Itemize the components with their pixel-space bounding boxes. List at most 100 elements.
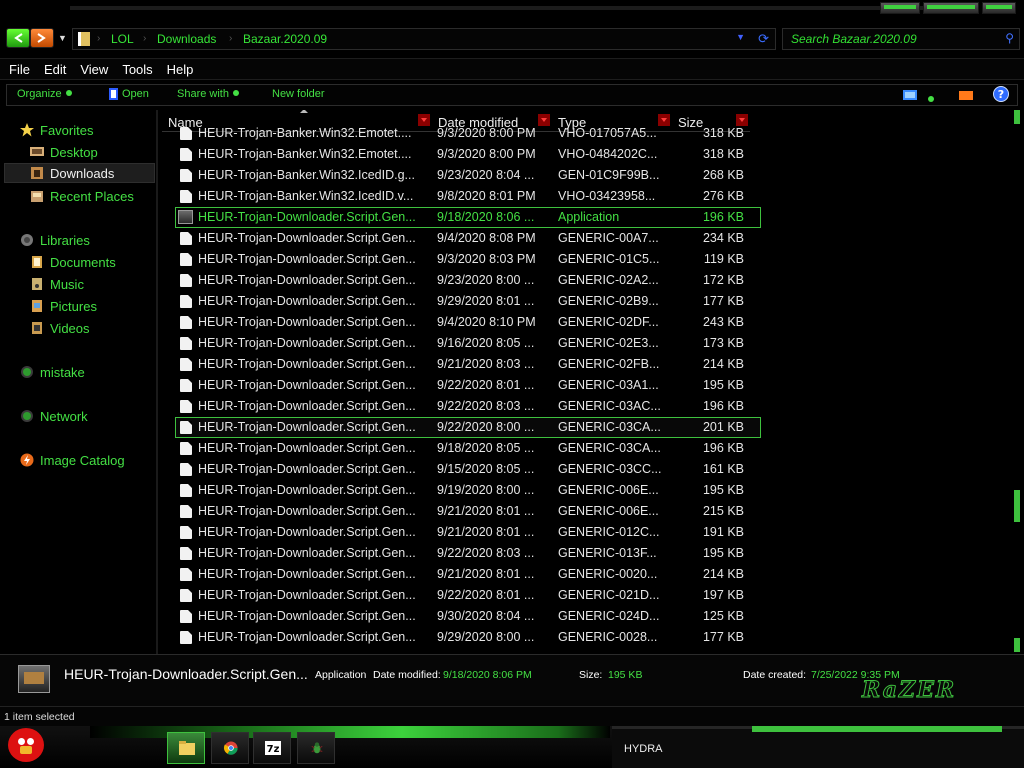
table-row[interactable]: HEUR-Trojan-Downloader.Script.Gen... 9/21… xyxy=(160,501,1010,522)
table-row-selected[interactable]: HEUR-Trojan-Downloader.Script.Gen... 9/18… xyxy=(175,207,761,228)
back-button[interactable] xyxy=(6,28,30,48)
sidebar-item-pictures[interactable]: Pictures xyxy=(30,296,97,316)
table-row[interactable]: HEUR-Trojan-Downloader.Script.Gen... 9/21… xyxy=(160,564,1010,585)
file-date: 9/29/2020 8:00 ... xyxy=(437,630,535,644)
breadcrumb-downloads[interactable]: Downloads xyxy=(157,32,216,46)
file-icon xyxy=(180,400,192,413)
menu-help[interactable]: Help xyxy=(158,62,194,77)
file-type: GENERIC-01C5... xyxy=(558,252,660,266)
table-row[interactable]: HEUR-Trojan-Downloader.Script.Gen... 9/29… xyxy=(160,291,1010,312)
breadcrumb-current-folder[interactable]: Bazaar.2020.09 xyxy=(243,32,327,46)
file-rows: HEUR-Trojan-Banker.Win32.Emotet.... 9/3/2… xyxy=(160,126,1010,648)
table-row[interactable]: HEUR-Trojan-Downloader.Script.Gen... 9/19… xyxy=(160,480,1010,501)
refresh-icon[interactable]: ⟳ xyxy=(758,31,769,47)
address-bar[interactable]: › LOL › Downloads › Bazaar.2020.09 ▼ ⟳ xyxy=(72,28,776,50)
table-row[interactable]: HEUR-Trojan-Downloader.Script.Gen... 9/23… xyxy=(160,270,1010,291)
menu-file[interactable]: File xyxy=(0,62,30,77)
sidebar-item-favorites[interactable]: Favorites xyxy=(20,120,93,140)
breadcrumb-lol[interactable]: LOL xyxy=(111,32,134,46)
scroll-down-button[interactable] xyxy=(1014,638,1020,652)
file-date: 9/3/2020 8:00 PM xyxy=(437,126,536,140)
table-row-hovered[interactable]: HEUR-Trojan-Downloader.Script.Gen... 9/22… xyxy=(175,417,761,438)
taskbar-button-chrome[interactable] xyxy=(211,732,249,764)
view-options-dot-icon[interactable] xyxy=(927,90,935,108)
file-icon xyxy=(180,631,192,644)
breadcrumb-separator-icon[interactable]: › xyxy=(143,33,146,44)
command-bar: Organize Open Share with New folder ? xyxy=(6,84,1018,106)
taskbar-button-explorer[interactable] xyxy=(167,732,205,764)
breadcrumb-separator-icon[interactable]: › xyxy=(229,33,232,44)
file-name: HEUR-Trojan-Downloader.Script.Gen... xyxy=(198,630,416,644)
sidebar-item-music[interactable]: Music xyxy=(30,274,84,294)
svg-text:7z: 7z xyxy=(267,744,280,755)
table-row[interactable]: HEUR-Trojan-Downloader.Script.Gen... 9/21… xyxy=(160,522,1010,543)
table-row[interactable]: HEUR-Trojan-Banker.Win32.Emotet.... 9/3/2… xyxy=(160,144,1010,165)
table-row[interactable]: HEUR-Trojan-Downloader.Script.Gen... 9/16… xyxy=(160,333,1010,354)
table-row[interactable]: HEUR-Trojan-Downloader.Script.Gen... 9/3/… xyxy=(160,249,1010,270)
menu-tools[interactable]: Tools xyxy=(113,62,152,77)
search-input[interactable] xyxy=(791,32,991,46)
minimize-button[interactable] xyxy=(880,2,920,14)
file-date: 9/18/2020 8:05 ... xyxy=(437,441,535,455)
videos-icon xyxy=(30,321,44,335)
new-folder-button[interactable]: New folder xyxy=(272,88,325,100)
pane-divider[interactable] xyxy=(156,110,158,654)
table-row[interactable]: HEUR-Trojan-Downloader.Script.Gen... 9/29… xyxy=(160,627,1010,648)
sidebar-item-libraries[interactable]: Libraries xyxy=(20,230,90,250)
address-dropdown-icon[interactable]: ▼ xyxy=(736,32,745,42)
hydra-window-tab[interactable]: HYDRA xyxy=(612,726,1024,768)
sidebar-item-recent-places[interactable]: Recent Places xyxy=(30,186,134,206)
taskbar-button-bug-app[interactable] xyxy=(297,732,335,764)
sidebar-item-videos[interactable]: Videos xyxy=(30,318,90,338)
scroll-up-button[interactable] xyxy=(1014,110,1020,124)
taskbar-button-7zip[interactable]: 7z xyxy=(253,732,291,764)
view-mode-icon[interactable] xyxy=(903,89,917,107)
file-icon xyxy=(180,316,192,329)
table-row[interactable]: HEUR-Trojan-Downloader.Script.Gen... 9/22… xyxy=(160,375,1010,396)
table-row[interactable]: HEUR-Trojan-Downloader.Script.Gen... 9/22… xyxy=(160,543,1010,564)
file-date: 9/8/2020 8:01 PM xyxy=(437,189,536,203)
table-row[interactable]: HEUR-Trojan-Banker.Win32.IcedID.g... 9/23… xyxy=(160,165,1010,186)
sidebar-item-mistake[interactable]: mistake xyxy=(20,362,85,382)
recent-pages-dropdown-icon[interactable]: ▼ xyxy=(58,33,67,43)
close-button[interactable] xyxy=(982,2,1016,14)
hydra-label: HYDRA xyxy=(624,743,663,755)
breadcrumb-separator-icon[interactable]: › xyxy=(97,33,100,44)
start-button-angry-bird-icon[interactable] xyxy=(8,728,44,762)
share-with-button[interactable]: Share with xyxy=(177,88,239,100)
table-row[interactable]: HEUR-Trojan-Downloader.Script.Gen... 9/22… xyxy=(160,585,1010,606)
preview-pane-icon[interactable] xyxy=(959,89,973,107)
organize-button[interactable]: Organize xyxy=(17,88,72,100)
table-row[interactable]: HEUR-Trojan-Downloader.Script.Gen... 9/21… xyxy=(160,354,1010,375)
menu-bar: File Edit View Tools Help xyxy=(0,58,1024,80)
vertical-scrollbar[interactable] xyxy=(1010,110,1024,654)
table-row[interactable]: HEUR-Trojan-Banker.Win32.IcedID.v... 9/8/… xyxy=(160,186,1010,207)
file-date: 9/22/2020 8:01 ... xyxy=(437,588,535,602)
sidebar-label: Libraries xyxy=(40,232,90,248)
table-row[interactable]: HEUR-Trojan-Downloader.Script.Gen... 9/4/… xyxy=(160,312,1010,333)
sidebar-label: Recent Places xyxy=(50,188,134,204)
table-row[interactable]: HEUR-Trojan-Downloader.Script.Gen... 9/18… xyxy=(160,438,1010,459)
forward-button[interactable] xyxy=(30,28,54,48)
file-icon xyxy=(180,568,192,581)
file-date: 9/21/2020 8:01 ... xyxy=(437,525,535,539)
maximize-button[interactable] xyxy=(923,2,979,14)
table-row[interactable]: HEUR-Trojan-Downloader.Script.Gen... 9/4/… xyxy=(160,228,1010,249)
open-button[interactable]: Open xyxy=(122,88,149,100)
desktop-icon xyxy=(30,145,44,159)
table-row[interactable]: HEUR-Trojan-Downloader.Script.Gen... 9/15… xyxy=(160,459,1010,480)
sidebar-item-downloads[interactable]: Downloads xyxy=(4,163,155,183)
menu-edit[interactable]: Edit xyxy=(35,62,66,77)
sidebar-item-image-catalog[interactable]: Image Catalog xyxy=(20,450,125,470)
scrollbar-thumb[interactable] xyxy=(1014,490,1020,522)
table-row[interactable]: HEUR-Trojan-Downloader.Script.Gen... 9/22… xyxy=(160,396,1010,417)
help-icon[interactable]: ? xyxy=(993,86,1009,107)
sidebar-item-documents[interactable]: Documents xyxy=(30,252,116,272)
table-row[interactable]: HEUR-Trojan-Downloader.Script.Gen... 9/30… xyxy=(160,606,1010,627)
search-icon[interactable]: ⚲ xyxy=(1005,31,1014,45)
sidebar-item-network[interactable]: Network xyxy=(20,406,88,426)
table-row[interactable]: HEUR-Trojan-Banker.Win32.Emotet.... 9/3/2… xyxy=(160,123,1010,144)
search-box[interactable]: ⚲ xyxy=(782,28,1020,50)
sidebar-item-desktop[interactable]: Desktop xyxy=(30,142,98,162)
menu-view[interactable]: View xyxy=(71,62,108,77)
